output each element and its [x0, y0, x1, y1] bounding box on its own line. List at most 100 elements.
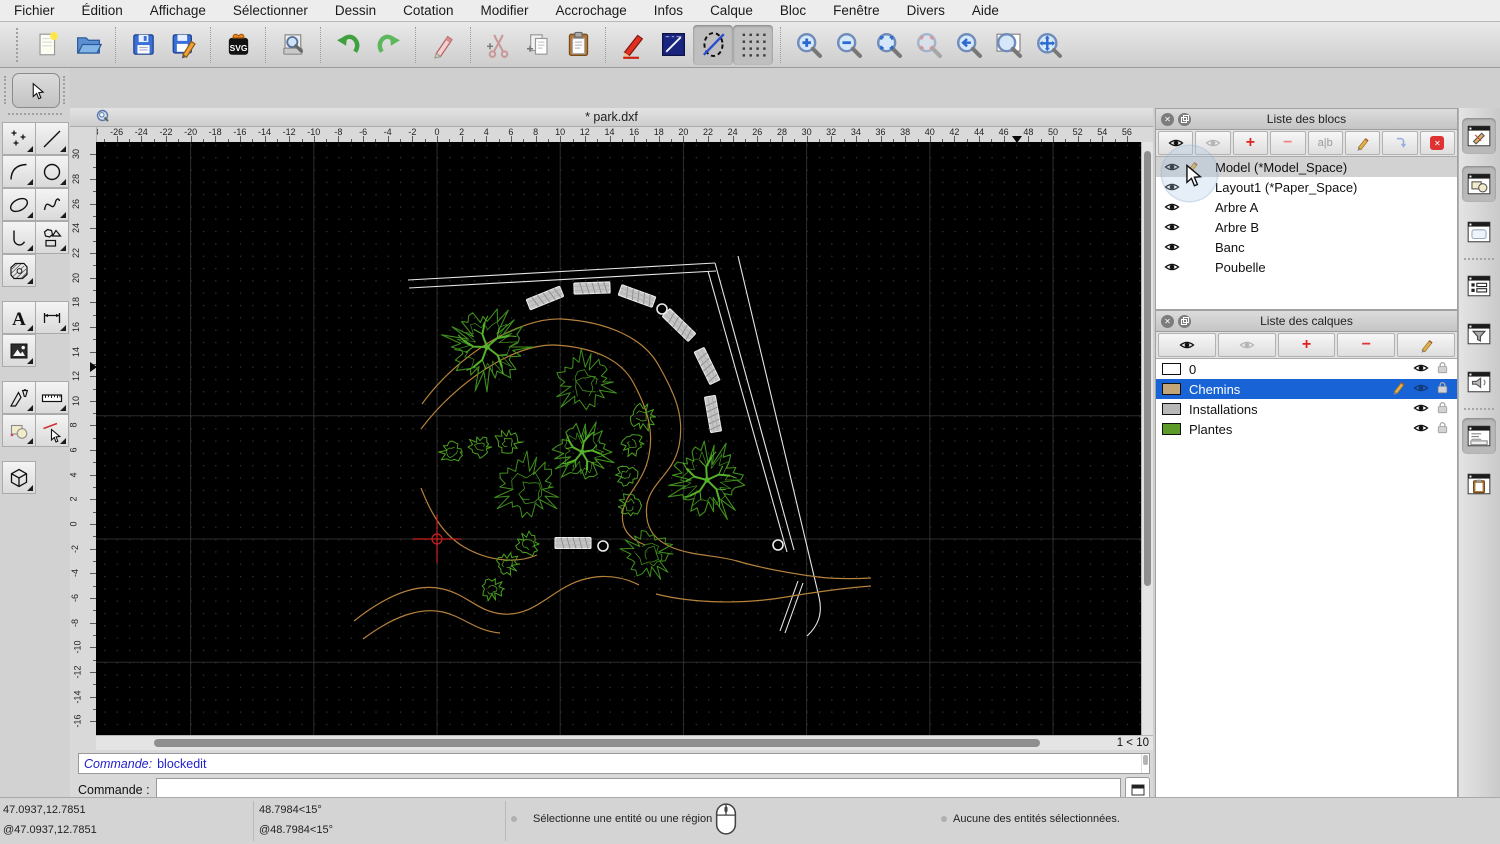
dock-toggle-layer-list[interactable] — [1462, 268, 1496, 304]
layer-row-installations[interactable]: Installations — [1156, 399, 1457, 419]
drawing-window-titlebar[interactable]: * park.dxf — [70, 108, 1153, 127]
cut-button[interactable] — [478, 25, 518, 65]
text-tool[interactable]: A — [2, 301, 36, 334]
add-block-button[interactable]: + — [1232, 131, 1269, 155]
hatch-tool[interactable] — [2, 254, 36, 287]
block-row-poubelle[interactable]: Poubelle — [1156, 257, 1457, 277]
horizontal-scrollbar[interactable] — [96, 736, 1107, 750]
layer-color-swatch[interactable] — [1162, 403, 1181, 415]
ellipse-tool[interactable] — [2, 188, 36, 221]
solid-tool[interactable] — [2, 461, 36, 494]
drawing-canvas[interactable] — [96, 142, 1141, 786]
pan-button[interactable] — [1028, 25, 1068, 65]
measure-tool[interactable] — [35, 381, 69, 414]
spline-tool[interactable] — [35, 188, 69, 221]
rename-block-button[interactable]: a|b — [1307, 131, 1343, 155]
selection-tool-button[interactable] — [12, 73, 60, 108]
print-preview-button[interactable] — [273, 25, 313, 65]
zoom-selection-button[interactable] — [908, 25, 948, 65]
remove-block-button[interactable]: − — [1270, 131, 1306, 155]
menu-selectionner[interactable]: Sélectionner — [233, 3, 308, 18]
line-tool[interactable] — [35, 122, 69, 155]
layer-lock-icon[interactable] — [1436, 381, 1449, 397]
circle-attributes-button[interactable] — [693, 24, 733, 65]
horizontal-scrollbar-thumb[interactable] — [154, 738, 1040, 747]
layer-visibility-icon[interactable] — [1413, 382, 1429, 397]
layer-visibility-icon[interactable] — [1413, 362, 1429, 377]
menu-aide[interactable]: Aide — [972, 3, 999, 18]
zoom-previous-button[interactable] — [948, 25, 988, 65]
edit-layer-button[interactable] — [1397, 333, 1455, 357]
line-attributes-button[interactable] — [653, 25, 693, 65]
layer-visibility-icon[interactable] — [1413, 402, 1429, 417]
block-row-arbre-b[interactable]: Arbre B — [1156, 217, 1457, 237]
menu-calque[interactable]: Calque — [710, 3, 753, 18]
dock-toggle-property-editor[interactable] — [1462, 118, 1496, 154]
vertical-scrollbar[interactable] — [1141, 142, 1153, 735]
block-row-model-model-space-[interactable]: Model (*Model_Space) — [1156, 157, 1457, 177]
layer-color-swatch[interactable] — [1162, 363, 1181, 375]
edit-block-button[interactable] — [1344, 131, 1381, 155]
layer-lock-icon[interactable] — [1436, 421, 1449, 437]
block-row-layout1-paper-space-[interactable]: Layout1 (*Paper_Space) — [1156, 177, 1457, 197]
zoom-out-button[interactable] — [828, 25, 868, 65]
drafting-tool[interactable] — [2, 381, 36, 414]
layer-lock-icon[interactable] — [1436, 401, 1449, 417]
copy-button[interactable] — [518, 25, 558, 65]
delete-block-button[interactable]: ✕ — [1419, 131, 1455, 155]
block-visibility-icon[interactable] — [1164, 261, 1181, 273]
undo-button[interactable] — [328, 25, 368, 65]
float-panel-icon[interactable] — [1178, 314, 1191, 328]
menu-fichier[interactable]: Fichier — [14, 3, 55, 18]
new-button[interactable] — [28, 25, 68, 65]
command-history-scrollbar[interactable] — [1141, 754, 1149, 773]
save-as-button[interactable] — [163, 25, 203, 65]
menu-divers[interactable]: Divers — [907, 3, 945, 18]
dimension-tool[interactable] — [35, 301, 69, 334]
menu-accrochage[interactable]: Accrochage — [555, 3, 626, 18]
menu-edition[interactable]: Édition — [82, 3, 123, 18]
menu-infos[interactable]: Infos — [654, 3, 683, 18]
paste-button[interactable] — [558, 25, 598, 65]
dock-toggle-selection-filter[interactable] — [1462, 316, 1496, 352]
layer-lock-icon[interactable] — [1436, 361, 1449, 377]
block-visibility-icon[interactable] — [1164, 201, 1181, 213]
layer-visibility-icon[interactable] — [1413, 422, 1429, 437]
menu-bloc[interactable]: Bloc — [780, 3, 806, 18]
zoom-auto-button[interactable] — [868, 25, 908, 65]
menu-cotation[interactable]: Cotation — [403, 3, 453, 18]
close-panel-icon[interactable]: ✕ — [1161, 314, 1174, 328]
block-visibility-icon[interactable] — [1164, 161, 1181, 173]
layer-color-swatch[interactable] — [1162, 423, 1181, 435]
hide-all-blocks-button[interactable] — [1195, 131, 1231, 155]
dock-toggle-command-history[interactable] — [1462, 418, 1496, 454]
menu-dessin[interactable]: Dessin — [335, 3, 376, 18]
shapes-tool[interactable] — [35, 221, 69, 254]
block-visibility-icon[interactable] — [1164, 221, 1181, 233]
layer-row-plantes[interactable]: Plantes — [1156, 419, 1457, 439]
dock-toggle-block-list[interactable] — [1462, 166, 1496, 202]
delete-button[interactable] — [423, 25, 463, 65]
zoom-in-button[interactable] — [788, 25, 828, 65]
menu-modifier[interactable]: Modifier — [480, 3, 528, 18]
modify-tool[interactable] — [35, 414, 69, 447]
show-all-layers-button[interactable] — [1158, 333, 1216, 357]
layer-row-chemins[interactable]: Chemins — [1156, 379, 1457, 399]
block-row-banc[interactable]: Banc — [1156, 237, 1457, 257]
image-tool[interactable] — [2, 334, 36, 367]
layer-color-swatch[interactable] — [1162, 383, 1181, 395]
block-visibility-icon[interactable] — [1164, 241, 1181, 253]
float-panel-icon[interactable] — [1178, 112, 1191, 126]
menu-affichage[interactable]: Affichage — [150, 3, 206, 18]
pen-attributes-button[interactable] — [613, 25, 653, 65]
remove-layer-button[interactable]: − — [1337, 333, 1396, 357]
dock-toggle-library-browser[interactable] — [1462, 214, 1496, 250]
points-tool[interactable] — [2, 122, 36, 155]
menu-fenetre[interactable]: Fenêtre — [833, 3, 880, 18]
save-button[interactable] — [123, 25, 163, 65]
grid-toggle-button[interactable] — [733, 24, 773, 65]
arc-tool[interactable] — [2, 155, 36, 188]
close-panel-icon[interactable]: ✕ — [1161, 112, 1174, 126]
svg-export-button[interactable]: SVG — [218, 25, 258, 65]
open-button[interactable] — [68, 25, 108, 65]
